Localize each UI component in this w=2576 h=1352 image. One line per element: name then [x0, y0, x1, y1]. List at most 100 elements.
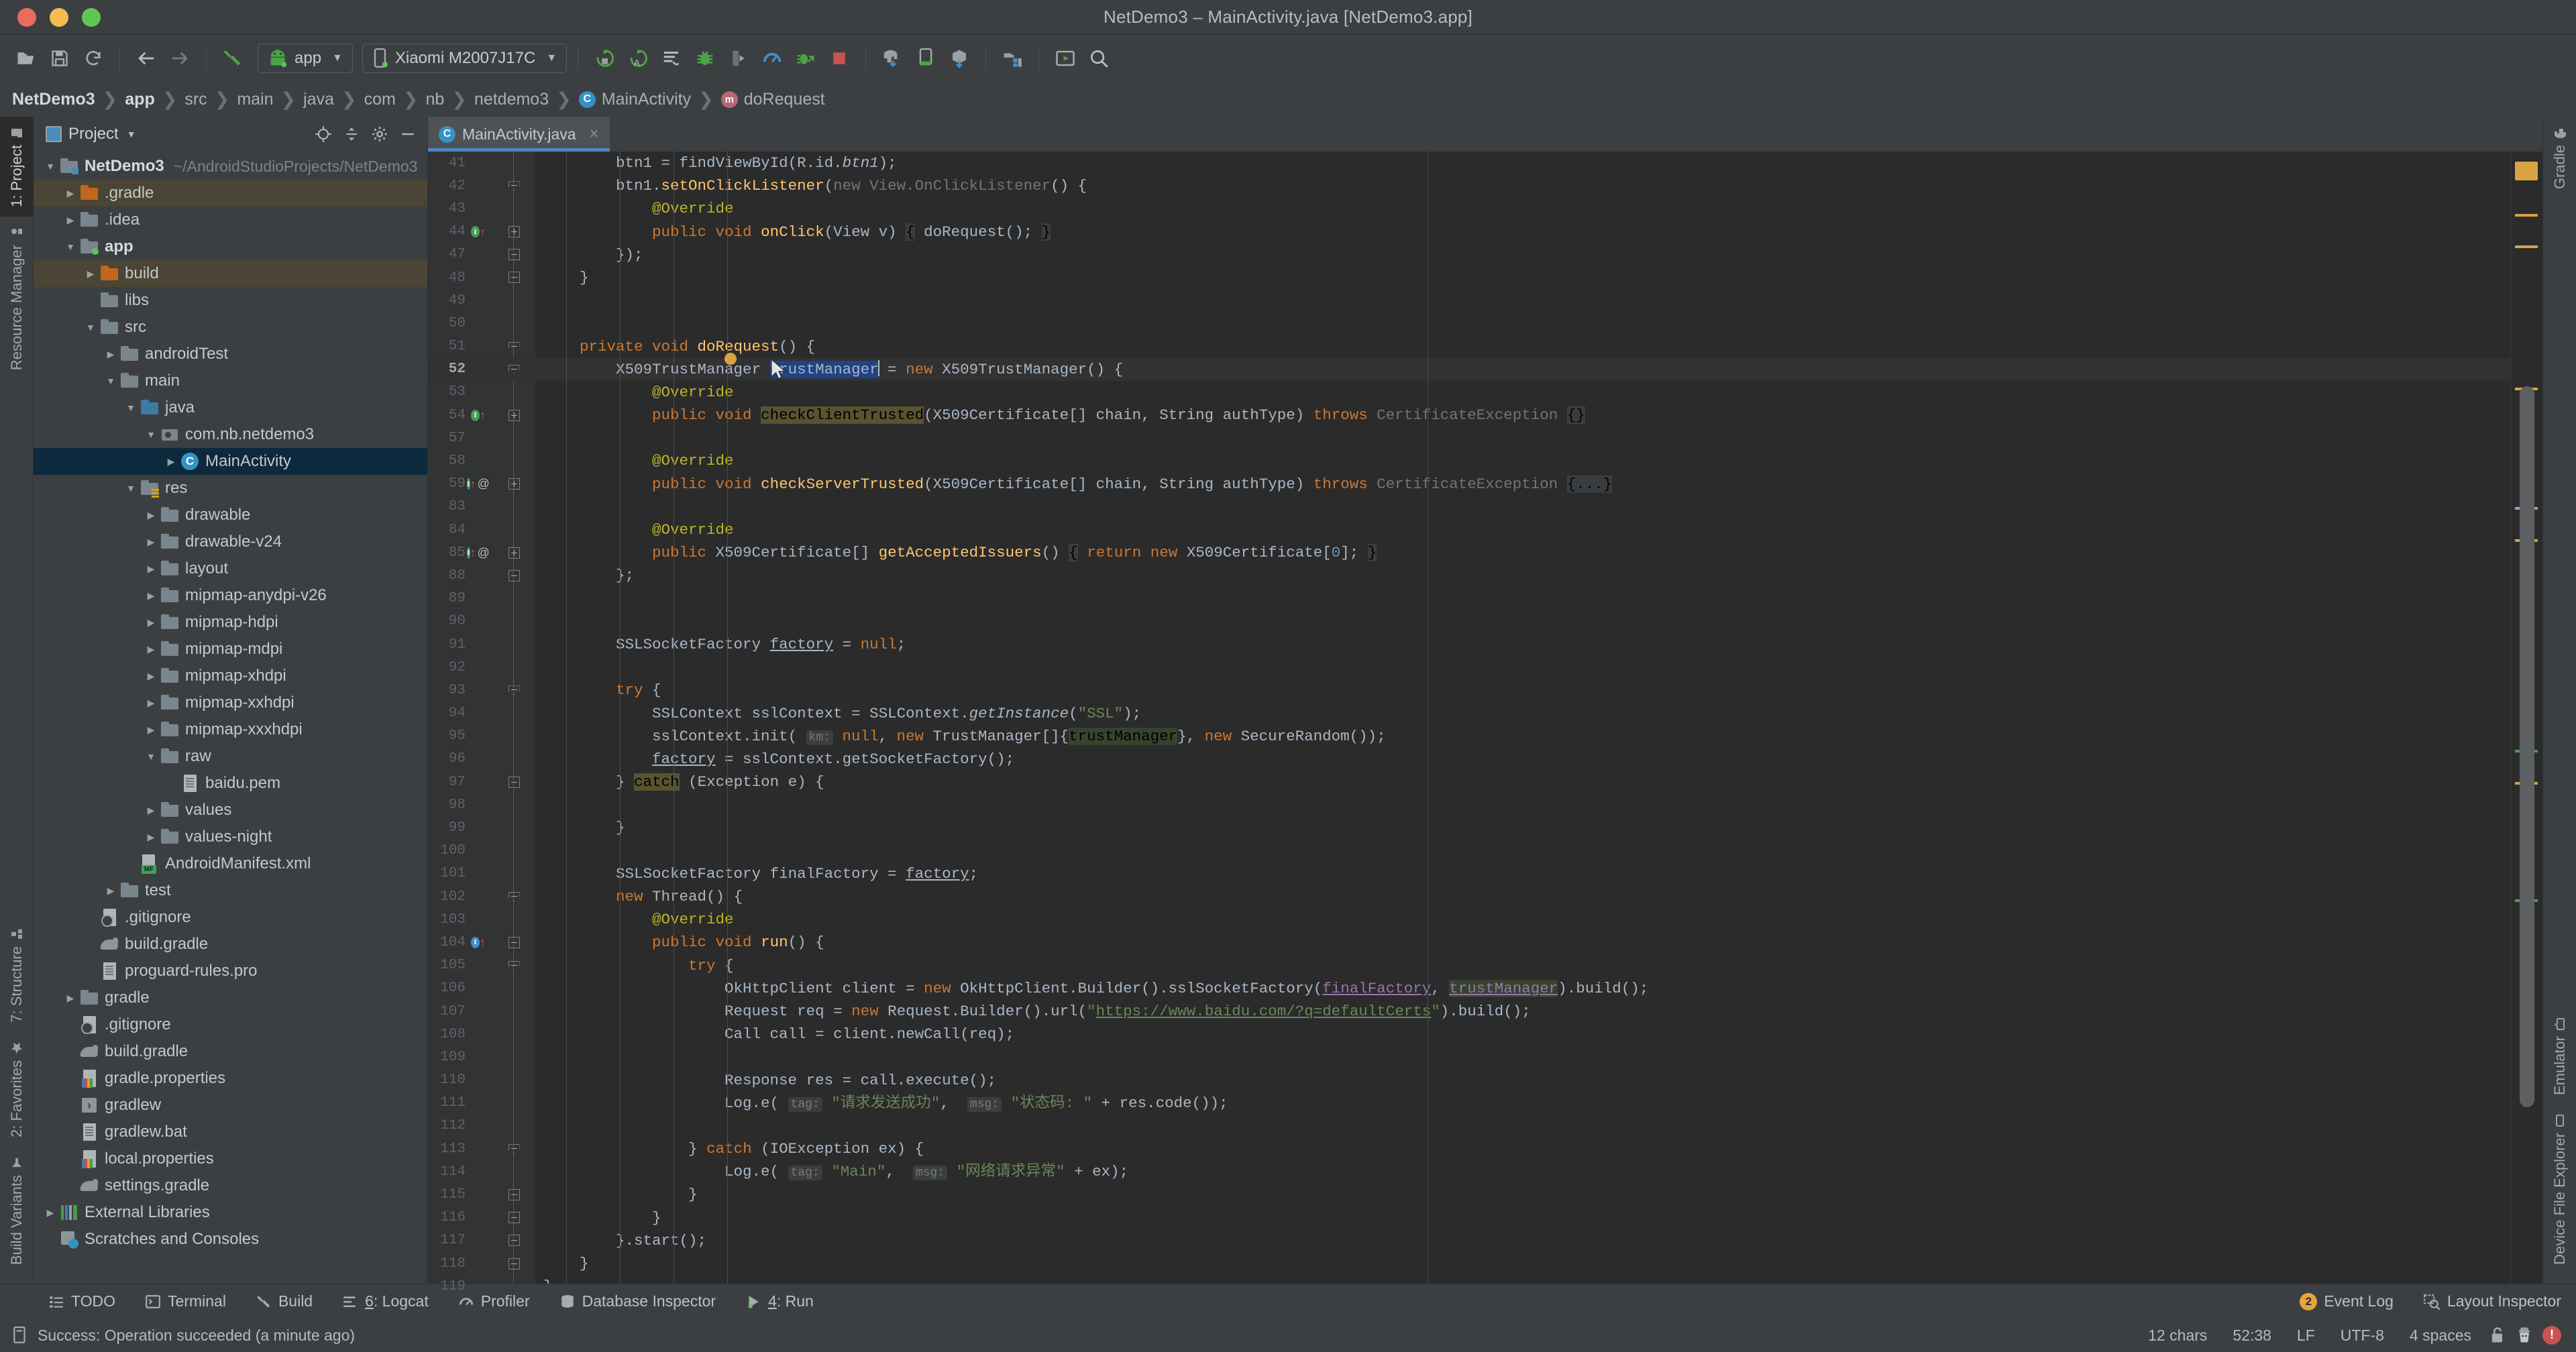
locate-file-icon[interactable]: [315, 125, 332, 143]
gutter-line-114[interactable]: 114: [428, 1160, 535, 1183]
gutter-line-116[interactable]: 116: [428, 1206, 535, 1229]
code-line-101[interactable]: SSLSocketFactory finalFactory = factory;: [543, 862, 2510, 885]
collapse-arrow-icon[interactable]: ▼: [142, 429, 160, 440]
fold-toggle[interactable]: [507, 248, 521, 262]
gear-icon[interactable]: [371, 125, 388, 143]
gutter-line-112[interactable]: 112: [428, 1115, 535, 1137]
expand-arrow-icon[interactable]: ▶: [62, 188, 79, 199]
tree-item-raw[interactable]: ▼ raw: [34, 743, 427, 770]
gutter-line-105[interactable]: 105: [428, 954, 535, 977]
code-line-107[interactable]: Request req = new Request.Builder().url(…: [543, 1000, 2510, 1023]
gutter-line-47[interactable]: 47: [428, 243, 535, 266]
code-line-108[interactable]: Call call = client.newCall(req);: [543, 1023, 2510, 1046]
breadcrumb-item-mainactivity[interactable]: C MainActivity: [578, 90, 692, 109]
code-line-100[interactable]: [543, 840, 2510, 862]
minimize-window-button[interactable]: [50, 7, 68, 27]
expand-arrow-icon[interactable]: ▶: [42, 1207, 59, 1219]
code-line-50[interactable]: [543, 312, 2510, 335]
gutter-line-110[interactable]: 110: [428, 1069, 535, 1092]
code-line-57[interactable]: [543, 427, 2510, 449]
code-line-49[interactable]: [543, 289, 2510, 312]
rail-item-resource-manager[interactable]: Resource Manager: [8, 217, 25, 380]
breadcrumb-item-java[interactable]: java: [302, 90, 335, 109]
breadcrumb-item-main[interactable]: main: [235, 90, 274, 109]
tool-window-6-logcat[interactable]: 6: Logcat: [327, 1284, 443, 1318]
fold-toggle[interactable]: [507, 569, 521, 582]
fold-toggle[interactable]: [507, 1211, 521, 1225]
tree-item-java[interactable]: ▼ java: [34, 394, 427, 421]
collapse-arrow-icon[interactable]: ▼: [62, 241, 79, 252]
breadcrumb-item-src[interactable]: src: [183, 90, 208, 109]
gutter-line-113[interactable]: 113: [428, 1137, 535, 1160]
override-arrow-icon[interactable]: ↑: [470, 478, 476, 490]
overrides-method-icon[interactable]: I: [471, 936, 480, 948]
hide-panel-icon[interactable]: [399, 125, 417, 143]
gutter-line-85[interactable]: 85 I ↑ @: [428, 541, 535, 564]
expand-arrow-icon[interactable]: ▶: [62, 993, 79, 1004]
collapse-arrow-icon[interactable]: ▼: [122, 402, 140, 413]
tree-item-mipmap-hdpi[interactable]: ▶ mipmap-hdpi: [34, 609, 427, 636]
fold-toggle[interactable]: [507, 890, 521, 903]
code-line-41[interactable]: btn1 = findViewById(R.id.btn1);: [543, 152, 2510, 174]
gutter-line-97[interactable]: 97: [428, 771, 535, 793]
tree-item-res[interactable]: ▼ res: [34, 475, 427, 502]
tree-item-.idea[interactable]: ▶ .idea: [34, 207, 427, 233]
collapse-arrow-icon[interactable]: ▼: [102, 376, 119, 386]
code-line-59[interactable]: public void checkServerTrusted(X509Certi…: [543, 473, 2510, 496]
tree-item-layout[interactable]: ▶ layout: [34, 555, 427, 582]
gutter-line-99[interactable]: 99: [428, 816, 535, 839]
tree-item-.gitignore[interactable]: ▶.gitignore: [34, 1011, 427, 1038]
gutter-line-54[interactable]: 54 I ↑: [428, 404, 535, 427]
annotation-gutter-icon[interactable]: @: [478, 477, 490, 491]
gutter-line-88[interactable]: 88: [428, 564, 535, 587]
annotation-gutter-icon[interactable]: @: [478, 546, 490, 560]
tree-item-com.nb.netdemo3[interactable]: ▼ com.nb.netdemo3: [34, 421, 427, 448]
tree-item-drawable[interactable]: ▶ drawable: [34, 502, 427, 528]
gutter-line-90[interactable]: 90: [428, 610, 535, 633]
tool-window-event-log[interactable]: 2 Event Log: [2285, 1284, 2408, 1318]
code-line-105[interactable]: try {: [543, 954, 2510, 977]
tool-window-build[interactable]: Build: [241, 1284, 327, 1318]
gutter-line-100[interactable]: 100: [428, 840, 535, 862]
avd-manager-icon[interactable]: [910, 43, 941, 74]
tree-item-values-night[interactable]: ▶ values-night: [34, 824, 427, 850]
tool-window-todo[interactable]: TODO: [34, 1284, 130, 1318]
profiler-icon[interactable]: [757, 43, 788, 74]
code-line-99[interactable]: }: [543, 816, 2510, 839]
apply-changes-icon[interactable]: [656, 43, 687, 74]
code-editor[interactable]: 41 42 43 44 I ↑ 47 48 49 50 51 52 53 54 I ↑ 57 58 59 I ↑ @83 8…: [428, 152, 2542, 1294]
implements-method-icon[interactable]: I: [471, 226, 480, 238]
fold-toggle[interactable]: [507, 775, 521, 789]
gutter-line-119[interactable]: 119: [428, 1275, 535, 1298]
code-line-112[interactable]: [543, 1115, 2510, 1137]
attach-debugger-icon[interactable]: [723, 43, 754, 74]
expand-arrow-icon[interactable]: ▶: [102, 349, 119, 360]
expand-arrow-icon[interactable]: ▶: [142, 832, 160, 843]
gutter-line-109[interactable]: 109: [428, 1046, 535, 1068]
error-icon[interactable]: !: [2542, 1326, 2561, 1345]
unlock-icon[interactable]: [2489, 1326, 2506, 1345]
gutter-line-102[interactable]: 102: [428, 885, 535, 908]
fold-toggle[interactable]: [507, 1257, 521, 1270]
expand-arrow-icon[interactable]: ▶: [142, 563, 160, 575]
breadcrumb-item-netdemo3[interactable]: NetDemo3: [11, 90, 97, 109]
inspection-marker-dot[interactable]: [724, 352, 737, 365]
code-line-44[interactable]: public void onClick(View v) { doRequest(…: [543, 221, 2510, 243]
gutter-line-52[interactable]: 52: [428, 357, 535, 381]
tree-item-baidu.pem[interactable]: ▶baidu.pem: [34, 770, 427, 797]
code-line-84[interactable]: @Override: [543, 518, 2510, 541]
tree-item-mipmap-xxxhdpi[interactable]: ▶ mipmap-xxxhdpi: [34, 716, 427, 743]
gradle-sync-elephant-icon[interactable]: [877, 43, 908, 74]
fold-toggle[interactable]: [507, 225, 521, 239]
code-line-106[interactable]: OkHttpClient client = new OkHttpClient.B…: [543, 977, 2510, 1000]
gutter-line-101[interactable]: 101: [428, 862, 535, 885]
tree-item-build.gradle[interactable]: ▶build.gradle: [34, 931, 427, 958]
expand-arrow-icon[interactable]: ▶: [142, 510, 160, 521]
gutter-line-58[interactable]: 58: [428, 449, 535, 472]
code-line-104[interactable]: public void run() {: [543, 931, 2510, 954]
collapse-arrow-icon[interactable]: ▼: [122, 483, 140, 494]
code-line-85[interactable]: public X509Certificate[] getAcceptedIssu…: [543, 541, 2510, 564]
rail-item-emulator[interactable]: Emulator: [2551, 1008, 2569, 1105]
gutter-line-93[interactable]: 93: [428, 679, 535, 701]
tree-item-proguard-rules.pro[interactable]: ▶proguard-rules.pro: [34, 958, 427, 984]
